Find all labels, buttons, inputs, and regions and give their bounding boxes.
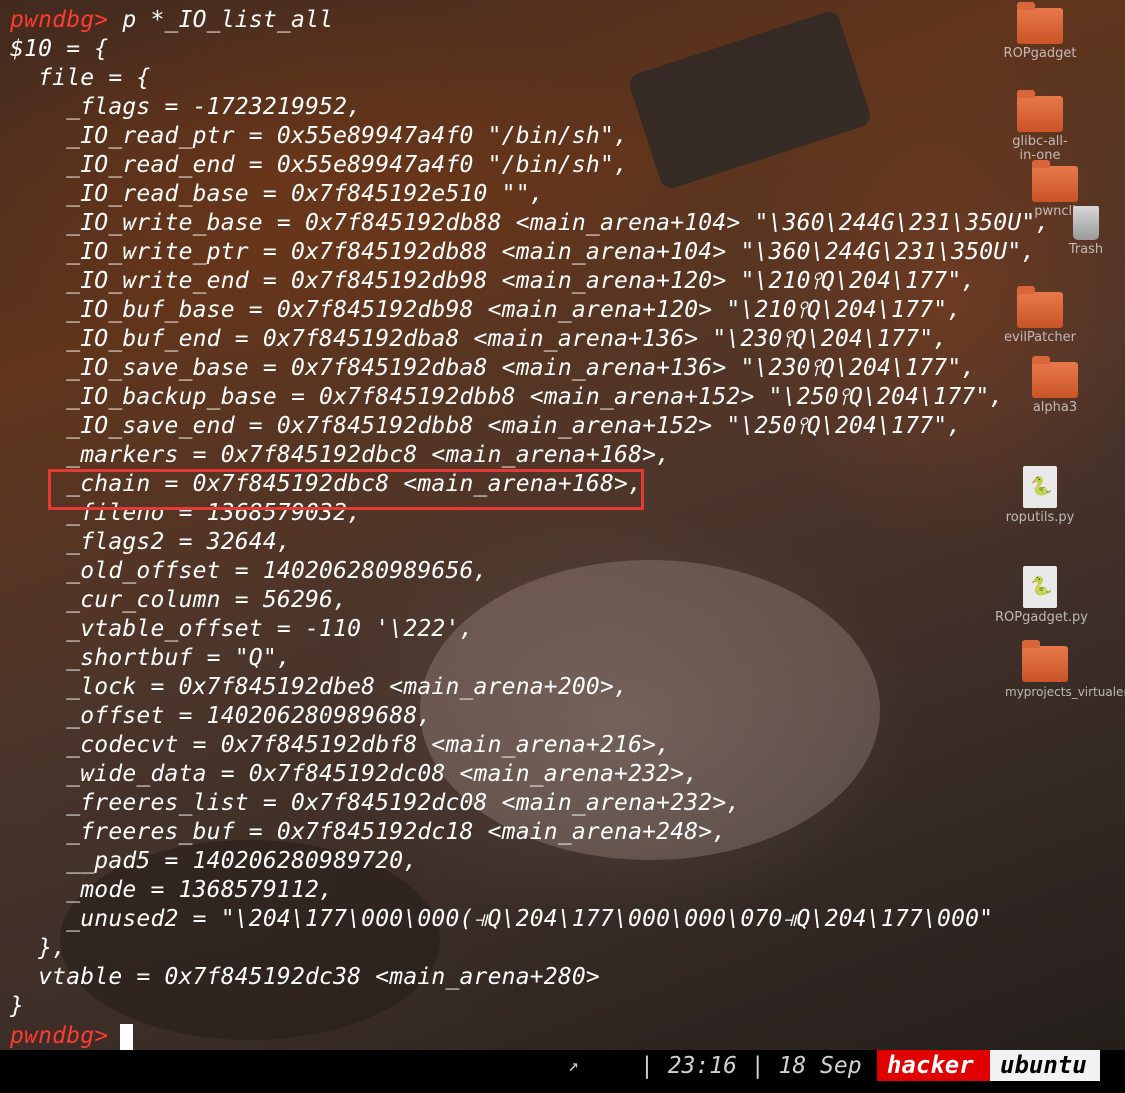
output-line: _IO_buf_base = 0x7f845192db98 <main_aren… bbox=[10, 297, 962, 323]
output-line: _flags = -1723219952, bbox=[10, 94, 362, 120]
output-line: file = { bbox=[10, 65, 151, 91]
output-line: _old_offset = 140206280989656, bbox=[10, 558, 488, 584]
output-line: } bbox=[10, 993, 25, 1019]
output-line: vtable = 0x7f845192dc38 <main_arena+280> bbox=[10, 964, 600, 990]
output-line: _shortbuf = "Q", bbox=[10, 645, 291, 671]
output-line: _IO_save_base = 0x7f845192dba8 <main_are… bbox=[10, 355, 976, 381]
output-line: _IO_backup_base = 0x7f845192dbb8 <main_a… bbox=[10, 384, 1004, 410]
prompt: pwndbg> bbox=[10, 1023, 109, 1049]
output-line: _freeres_buf = 0x7f845192dc18 <main_aren… bbox=[10, 819, 727, 845]
status-host: ubuntu bbox=[990, 1050, 1100, 1081]
output-line: _IO_read_end = 0x55e89947a4f0 "/bin/sh", bbox=[10, 152, 629, 178]
output-line: _flags2 = 32644, bbox=[10, 529, 291, 555]
output-line: __pad5 = 140206280989720, bbox=[10, 848, 418, 874]
output-line: _IO_read_base = 0x7f845192e510 "", bbox=[10, 181, 544, 207]
output-line: _IO_write_end = 0x7f845192db98 <main_are… bbox=[10, 268, 976, 294]
chain-highlight-box bbox=[48, 469, 644, 510]
output-line: _IO_write_base = 0x7f845192db88 <main_ar… bbox=[10, 210, 1050, 236]
output-line: _vtable_offset = -110 '\222', bbox=[10, 616, 474, 642]
output-line: _IO_read_ptr = 0x55e89947a4f0 "/bin/sh", bbox=[10, 123, 629, 149]
output-line: _lock = 0x7f845192dbe8 <main_arena+200>, bbox=[10, 674, 629, 700]
final-prompt-line: pwndbg> bbox=[10, 1022, 108, 1051]
status-user: hacker bbox=[877, 1050, 990, 1081]
output-line: _mode = 1368579112, bbox=[10, 877, 334, 903]
output-line: _unused2 = "\204\177\000\000(⫣Q\204\177\… bbox=[10, 906, 994, 932]
output-line: }, bbox=[10, 935, 67, 961]
output-line: _markers = 0x7f845192dbc8 <main_arena+16… bbox=[10, 442, 671, 468]
output-line: $10 = { bbox=[10, 36, 109, 62]
output-line: _IO_buf_end = 0x7f845192dba8 <main_arena… bbox=[10, 326, 948, 352]
output-line: _freeres_list = 0x7f845192dc08 <main_are… bbox=[10, 790, 741, 816]
status-arrow-icon: ↗ bbox=[568, 1055, 579, 1076]
terminal-cursor bbox=[120, 1024, 133, 1050]
output-line: _offset = 140206280989688, bbox=[10, 703, 432, 729]
prompt: pwndbg> bbox=[10, 7, 109, 33]
terminal-window[interactable]: pwndbg> p *_IO_list_all $10 = { file = {… bbox=[0, 0, 1125, 1050]
output-line: _cur_column = 56296, bbox=[10, 587, 348, 613]
command-text: p *_IO_list_all bbox=[108, 7, 334, 33]
output-line: _IO_save_end = 0x7f845192dbb8 <main_aren… bbox=[10, 413, 962, 439]
status-time-date: | 23:16 | 18 Sep bbox=[640, 1053, 862, 1079]
output-line: _wide_data = 0x7f845192dc08 <main_arena+… bbox=[10, 761, 699, 787]
output-line: _IO_write_ptr = 0x7f845192db88 <main_are… bbox=[10, 239, 1036, 265]
output-line: _codecvt = 0x7f845192dbf8 <main_arena+21… bbox=[10, 732, 671, 758]
command-line: pwndbg> p *_IO_list_all bbox=[10, 6, 333, 35]
